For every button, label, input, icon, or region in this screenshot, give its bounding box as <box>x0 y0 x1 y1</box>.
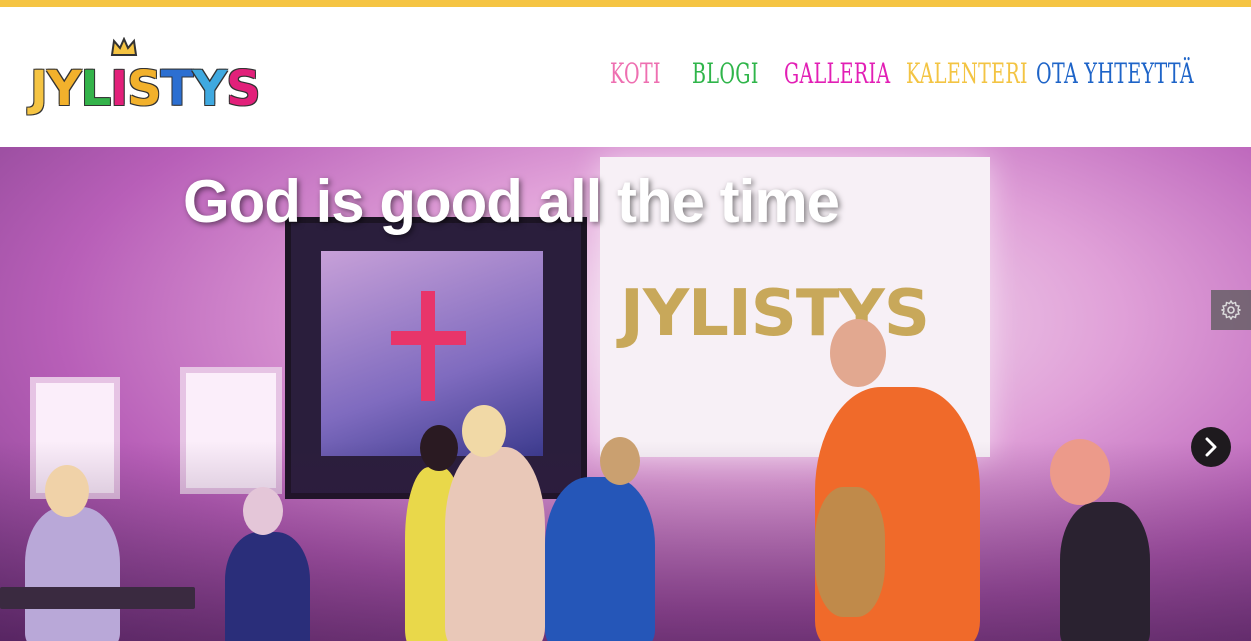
band-member <box>445 447 545 641</box>
gear-icon <box>1221 300 1241 320</box>
nav-item-galleria[interactable]: GALLERIA <box>784 57 890 90</box>
nav-item-kalenteri[interactable]: KALENTERI <box>906 57 1028 90</box>
chevron-right-icon <box>1205 437 1217 457</box>
nav-item-blogi[interactable]: BLOGI <box>692 57 758 90</box>
logo-letter: T <box>160 61 194 117</box>
keyboard <box>0 587 195 609</box>
settings-button[interactable] <box>1211 290 1251 330</box>
site-header: JYLISTYS KOTI BLOGI GALLERIA KALENTERI O… <box>0 7 1251 147</box>
crown-icon <box>110 37 138 56</box>
band-member <box>225 532 310 641</box>
next-slide-button[interactable] <box>1191 427 1231 467</box>
logo-letter: Y <box>46 61 82 117</box>
nav-item-koti[interactable]: KOTI <box>610 57 661 90</box>
logo-letter: S <box>127 61 162 117</box>
hero-title: God is good all the time <box>183 168 840 235</box>
top-accent-bar <box>0 0 1251 7</box>
guitar <box>815 487 885 617</box>
hero-slider: JYLISTYS God is good all the time <box>0 147 1251 641</box>
main-nav: KOTI BLOGI GALLERIA KALENTERI OTA YHTEYT… <box>610 57 1194 90</box>
logo-letter: Y <box>192 61 227 117</box>
logo-letter: L <box>80 61 112 117</box>
logo-letter: I <box>110 61 128 117</box>
site-logo[interactable]: JYLISTYS <box>30 37 262 117</box>
nav-item-ota-yhteytta[interactable]: OTA YHTEYTTÄ <box>1036 57 1194 90</box>
logo-wordmark: JYLISTYS <box>30 61 261 117</box>
band-member <box>1060 502 1150 641</box>
logo-letter: S <box>226 61 261 117</box>
logo-letter: J <box>30 61 48 117</box>
band-member <box>545 477 655 641</box>
band-member <box>25 507 120 641</box>
